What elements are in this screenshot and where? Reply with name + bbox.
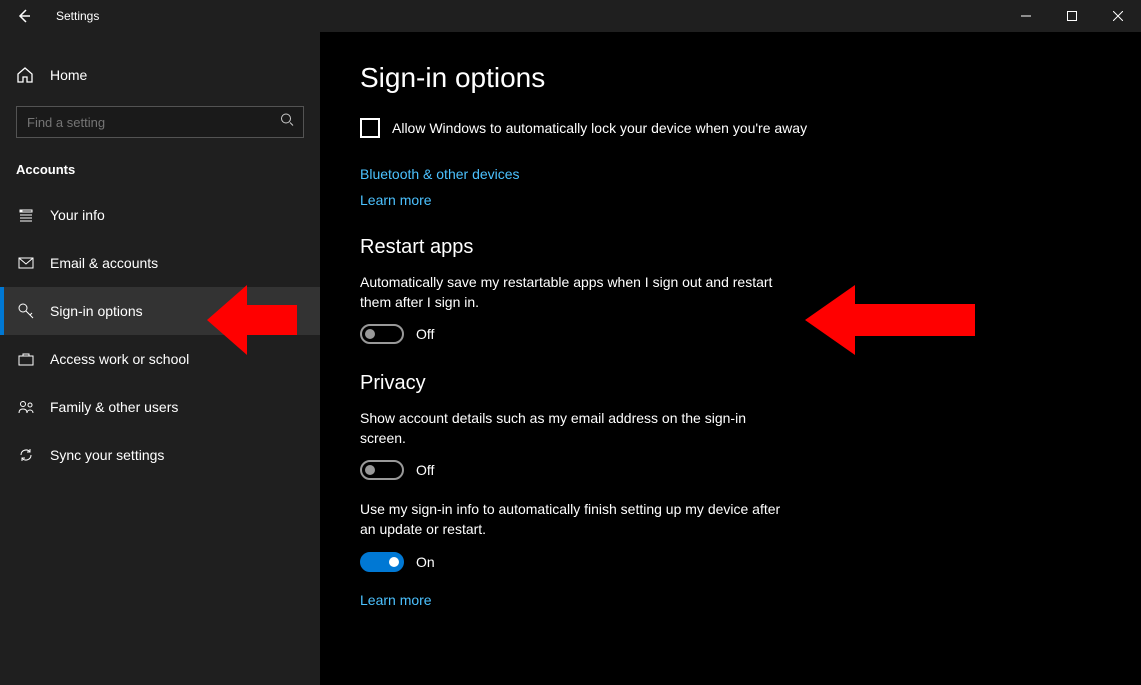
privacy-desc2: Use my sign-in info to automatically fin… xyxy=(360,500,790,539)
home-icon xyxy=(16,66,36,84)
close-button[interactable] xyxy=(1095,0,1141,32)
privacy-toggle1-row: Off xyxy=(360,460,1101,480)
window-title: Settings xyxy=(56,9,99,23)
mail-icon xyxy=(16,254,36,272)
annotation-arrow-right xyxy=(805,280,975,360)
nav-label: Sign-in options xyxy=(50,303,143,319)
titlebar: Settings xyxy=(0,0,1141,32)
search-input[interactable] xyxy=(16,106,304,138)
privacy-heading: Privacy xyxy=(360,372,1101,395)
person-icon xyxy=(16,206,36,224)
sync-icon xyxy=(16,446,36,464)
people-icon xyxy=(16,398,36,416)
learn-more-link[interactable]: Learn more xyxy=(360,192,1101,208)
search-icon xyxy=(280,113,294,132)
page-title: Sign-in options xyxy=(360,62,1101,94)
nav-label: Family & other users xyxy=(50,399,178,415)
section-title: Accounts xyxy=(0,156,320,191)
nav-your-info[interactable]: Your info xyxy=(0,191,320,239)
briefcase-icon xyxy=(16,350,36,368)
window-controls xyxy=(1003,0,1141,32)
privacy-desc1: Show account details such as my email ad… xyxy=(360,409,790,448)
minimize-button[interactable] xyxy=(1003,0,1049,32)
back-arrow-icon xyxy=(16,8,32,24)
nav-label: Email & accounts xyxy=(50,255,158,271)
privacy-toggle2-row: On xyxy=(360,552,1101,572)
home-button[interactable]: Home xyxy=(0,56,320,94)
minimize-icon xyxy=(1021,11,1031,21)
maximize-button[interactable] xyxy=(1049,0,1095,32)
nav-label: Access work or school xyxy=(50,351,189,367)
nav-sync[interactable]: Sync your settings xyxy=(0,431,320,479)
close-icon xyxy=(1113,11,1123,21)
privacy-toggle2-state: On xyxy=(416,554,435,570)
privacy-toggle1[interactable] xyxy=(360,460,404,480)
privacy-toggle2[interactable] xyxy=(360,552,404,572)
nav-label: Your info xyxy=(50,207,105,223)
dynamic-lock-label: Allow Windows to automatically lock your… xyxy=(392,120,807,136)
restart-apps-toggle[interactable] xyxy=(360,324,404,344)
dynamic-lock-row: Allow Windows to automatically lock your… xyxy=(360,118,1101,138)
back-button[interactable] xyxy=(0,0,48,32)
home-label: Home xyxy=(50,67,87,83)
content-pane: Sign-in options Allow Windows to automat… xyxy=(320,32,1141,685)
nav-family[interactable]: Family & other users xyxy=(0,383,320,431)
learn-more-link-2[interactable]: Learn more xyxy=(360,592,1101,608)
restart-apps-toggle-row: Off xyxy=(360,324,1101,344)
maximize-icon xyxy=(1067,11,1077,21)
privacy-toggle1-state: Off xyxy=(416,462,434,478)
dynamic-lock-checkbox[interactable] xyxy=(360,118,380,138)
search-box[interactable] xyxy=(16,106,304,138)
nav-label: Sync your settings xyxy=(50,447,164,463)
restart-apps-desc: Automatically save my restartable apps w… xyxy=(360,273,790,312)
key-icon xyxy=(16,302,36,320)
bluetooth-devices-link[interactable]: Bluetooth & other devices xyxy=(360,166,1101,182)
annotation-arrow-left xyxy=(207,280,297,360)
restart-apps-toggle-state: Off xyxy=(416,326,434,342)
restart-apps-heading: Restart apps xyxy=(360,236,1101,259)
